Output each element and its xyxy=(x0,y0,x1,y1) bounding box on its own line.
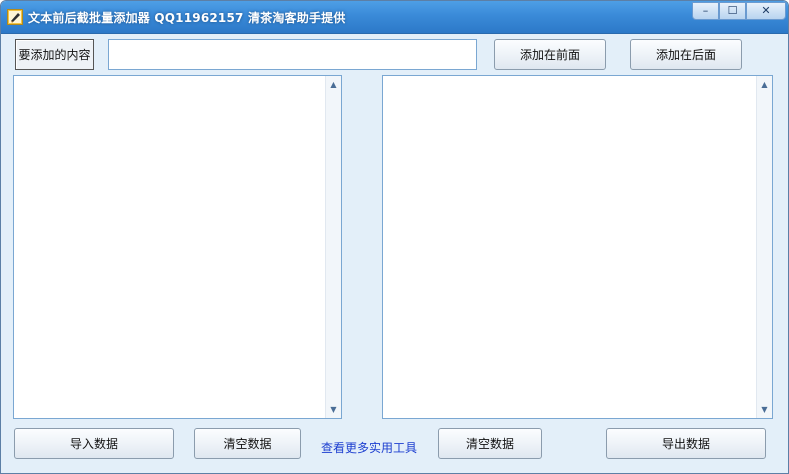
chevron-up-icon[interactable]: ▲ xyxy=(326,77,341,92)
content-input[interactable] xyxy=(108,39,477,70)
more-tools-link[interactable]: 查看更多实用工具 xyxy=(321,439,417,456)
maximize-button[interactable]: ☐ xyxy=(719,2,746,20)
add-back-button[interactable]: 添加在后面 xyxy=(630,39,742,70)
result-scrollbar[interactable]: ▲ ▼ xyxy=(756,76,772,418)
clear-right-button[interactable]: 清空数据 xyxy=(438,428,542,459)
import-data-button[interactable]: 导入数据 xyxy=(14,428,174,459)
window-title: 文本前后截批量添加器 QQ11962157 清茶淘客助手提供 xyxy=(28,11,346,25)
export-data-button[interactable]: 导出数据 xyxy=(606,428,766,459)
source-scrollbar[interactable]: ▲ ▼ xyxy=(325,76,341,418)
app-window: 文本前后截批量添加器 QQ11962157 清茶淘客助手提供 – ☐ ✕ 要添加… xyxy=(0,0,789,474)
title-bar[interactable]: 文本前后截批量添加器 QQ11962157 清茶淘客助手提供 – ☐ ✕ xyxy=(1,1,788,34)
content-label: 要添加的内容 xyxy=(15,39,94,70)
minimize-button[interactable]: – xyxy=(692,2,719,20)
clear-left-button[interactable]: 清空数据 xyxy=(194,428,301,459)
source-text-area[interactable]: ▲ ▼ xyxy=(13,75,342,419)
pencil-paper-icon xyxy=(7,9,23,25)
add-front-button[interactable]: 添加在前面 xyxy=(494,39,606,70)
result-text-area[interactable]: ▲ ▼ xyxy=(382,75,773,419)
chevron-down-icon[interactable]: ▼ xyxy=(326,402,341,417)
close-button[interactable]: ✕ xyxy=(746,2,786,20)
chevron-up-icon[interactable]: ▲ xyxy=(757,77,772,92)
chevron-down-icon[interactable]: ▼ xyxy=(757,402,772,417)
